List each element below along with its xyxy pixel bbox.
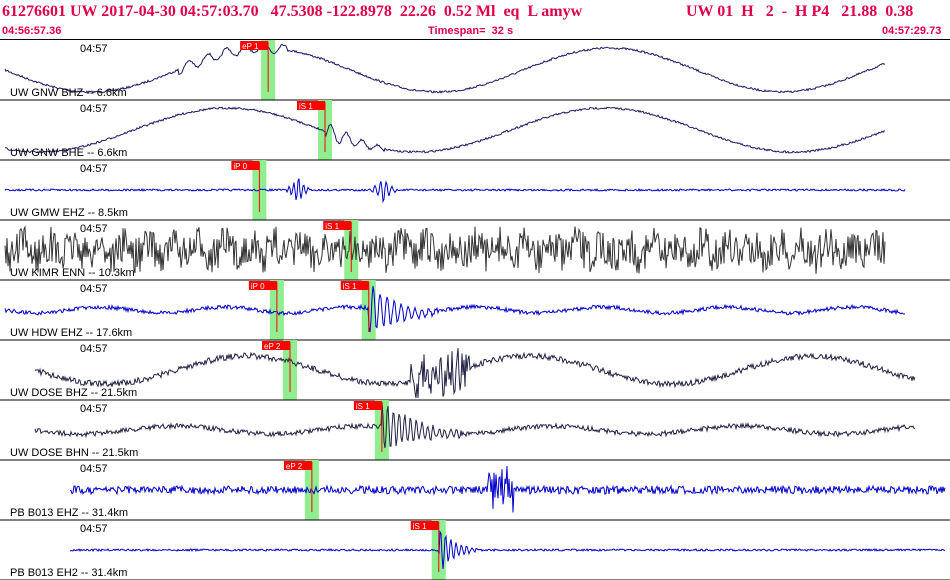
pick-label: iP 0 [251,282,265,291]
time-label: 04:57 [80,463,108,475]
seismogram-panel[interactable]: eP 1 04:57 UW GNW BHZ -- 6.6km iS 1 04:57 UW … [0,0,950,580]
channel-label: UW GNW BHE -- 6.6km [10,147,127,159]
pick-label: eP 1 [242,42,259,51]
waveform-trace [4,42,886,94]
pick-label: iS 1 [299,102,313,111]
waveform-trace [4,106,886,154]
channel-label: UW GMW EHZ -- 8.5km [10,207,128,219]
time-label: 04:57 [80,283,108,295]
pick-label: iS 1 [356,402,370,411]
time-label: 04:57 [80,223,108,235]
time-label: 04:57 [80,163,108,175]
channel-row[interactable]: iS 1 04:57 UW GNW BHE -- 6.6km [0,100,950,161]
waveform-trace [34,401,915,449]
pick-label: eP 2 [264,342,281,351]
channel-row[interactable]: iS 1 04:57 UW KIMR ENN -- 10.3km [0,220,950,281]
channel-label: PB B013 EH2 -- 31.4km [10,567,127,579]
channel-label: UW GNW BHZ -- 6.6km [10,87,127,99]
channel-row[interactable]: iP 0 iS 1 04:57 UW HDW EHZ -- 17.6km [0,280,950,341]
waveform-trace [69,530,946,569]
time-label: 04:57 [80,103,108,115]
channel-row[interactable]: iS 1 04:57 UW DOSE BHN -- 21.5km [0,400,950,461]
channel-row[interactable]: iS 1 04:57 PB B013 EH2 -- 31.4km [0,520,950,580]
pick-label: iP 0 [233,162,247,171]
channel-label: UW KIMR ENN -- 10.3km [10,267,135,279]
waveform-trace [4,286,906,333]
pick-label: iS 1 [325,222,339,231]
channel-row[interactable]: eP 2 04:57 UW DOSE BHZ -- 21.5km [0,340,950,401]
channel-row[interactable]: eP 1 04:57 UW GNW BHZ -- 6.6km [0,40,950,101]
channel-row[interactable]: eP 2 04:57 PB B013 EHZ -- 31.4km [0,460,950,521]
channel-row[interactable]: iP 0 04:57 UW GMW EHZ -- 8.5km [0,160,950,221]
time-label: 04:57 [80,343,108,355]
time-label: 04:57 [80,403,108,415]
waveform-trace [69,465,946,513]
waveform-trace [34,347,916,399]
channel-label: UW DOSE BHN -- 21.5km [10,447,138,459]
channel-label: PB B013 EHZ -- 31.4km [10,507,128,519]
pick-label: iS 1 [343,282,357,291]
channel-label: UW HDW EHZ -- 17.6km [10,327,132,339]
channel-label: UW DOSE BHZ -- 21.5km [10,387,137,399]
pick-label: iS 1 [413,522,427,531]
time-label: 04:57 [80,523,108,535]
waveform-trace [4,225,886,274]
pick-label: eP 2 [286,462,303,471]
waveform-trace [4,178,906,204]
time-label: 04:57 [80,43,108,55]
